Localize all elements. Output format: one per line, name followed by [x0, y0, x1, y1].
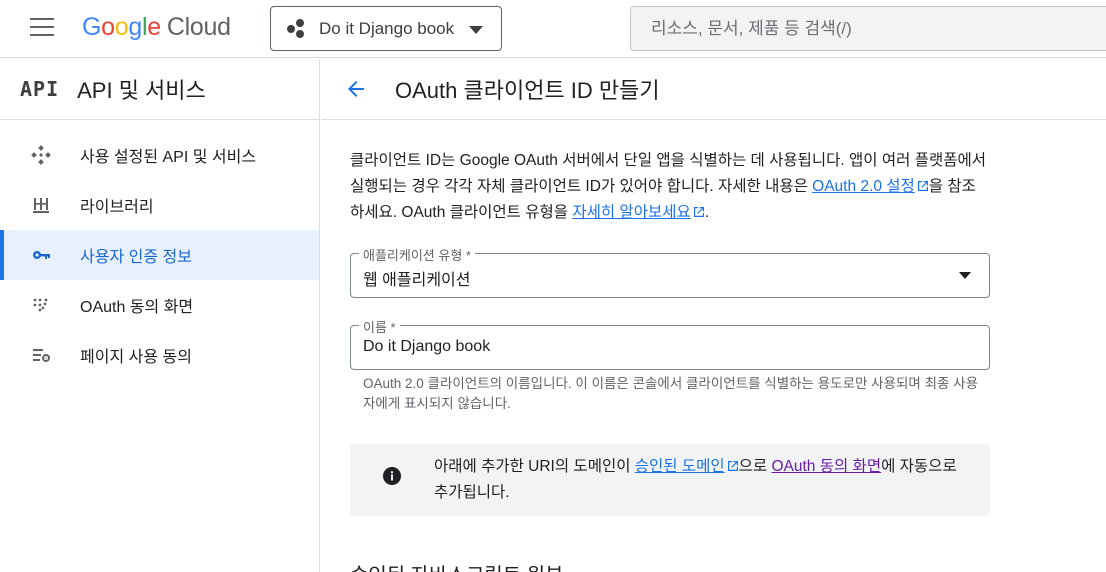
- sidebar-item-label: 사용 설정된 API 및 서비스: [80, 149, 257, 166]
- back-arrow-icon[interactable]: [343, 76, 369, 102]
- sidebar-item-label: 페이지 사용 동의: [80, 349, 192, 366]
- project-selector[interactable]: Do it Django book: [270, 6, 502, 51]
- sidebar: API API 및 서비스 사용 설정된 API 및 서비스 라이브러리 사용자…: [0, 59, 320, 572]
- info-banner: 아래에 추가한 URI의 도메인이 승인된 도메인 으로 OAuth 동의 화면에…: [350, 444, 990, 516]
- sidebar-item-enabled-apis[interactable]: 사용 설정된 API 및 서비스: [0, 130, 319, 180]
- main-menu-icon[interactable]: [30, 18, 54, 38]
- oauth-dots-icon: [30, 294, 52, 316]
- description: 클라이언트 ID는 Google OAuth 서버에서 단일 앱을 식별하는 데…: [350, 152, 986, 221]
- application-type-value: 웹 애플리케이션: [363, 272, 471, 289]
- sidebar-item-library[interactable]: 라이브러리: [0, 180, 319, 230]
- external-link-icon: [727, 461, 738, 471]
- application-type-label: 애플리케이션 유형 *: [359, 245, 475, 264]
- sidebar-item-label: 라이브러리: [80, 199, 154, 216]
- google-cloud-logo[interactable]: Google Cloud: [82, 13, 231, 42]
- page-title: OAuth 클라이언트 ID 만들기: [395, 78, 660, 103]
- application-type-select[interactable]: 애플리케이션 유형 * 웹 애플리케이션: [350, 245, 990, 298]
- name-value: Do it Django book: [363, 338, 491, 355]
- name-field[interactable]: 이름 * Do it Django book: [350, 317, 990, 370]
- name-hint: OAuth 2.0 클라이언트의 이름입니다. 이 이름은 콘솔에서 클라이언트…: [363, 376, 979, 411]
- project-name: Do it Django book: [319, 18, 455, 38]
- sidebar-item-oauth-consent[interactable]: OAuth 동의 화면: [0, 280, 319, 330]
- page-header: OAuth 클라이언트 ID 만들기: [321, 59, 1106, 120]
- diamond-dots-icon: [30, 144, 52, 166]
- form-content: 클라이언트 ID는 Google OAuth 서버에서 단일 앱을 식별하는 데…: [350, 148, 990, 226]
- sidebar-item-page-consent[interactable]: 페이지 사용 동의: [0, 330, 319, 380]
- external-link-icon: [693, 207, 704, 217]
- sidebar-item-label: 사용자 인증 정보: [80, 249, 192, 266]
- library-icon: [30, 194, 52, 216]
- key-icon: [30, 244, 52, 266]
- chevron-down-icon: [469, 26, 483, 34]
- search-input[interactable]: [630, 6, 1106, 51]
- main-content: OAuth 클라이언트 ID 만들기 클라이언트 ID는 Google OAut…: [321, 59, 1106, 572]
- top-bar: Google Cloud Do it Django book: [0, 0, 1106, 58]
- sidebar-title: API 및 서비스: [77, 78, 206, 103]
- dropdown-arrow-icon: [959, 272, 971, 279]
- oauth-consent-screen-link[interactable]: OAuth 동의 화면: [771, 458, 881, 475]
- sidebar-item-label: OAuth 동의 화면: [80, 299, 194, 316]
- api-logo-icon: API: [20, 77, 60, 101]
- section-heading-js-origins: 승인된 자바스크립트 원본: [350, 559, 564, 572]
- sidebar-nav: 사용 설정된 API 및 서비스 라이브러리 사용자 인증 정보 OAuth 동…: [0, 120, 319, 380]
- external-link-icon: [917, 181, 928, 191]
- info-text: 아래에 추가한 URI의 도메인이 승인된 도메인 으로 OAuth 동의 화면에…: [434, 458, 957, 501]
- learn-more-link[interactable]: 자세히 알아보세요: [572, 204, 690, 221]
- project-dots-icon: [287, 18, 307, 39]
- info-icon: [383, 467, 401, 485]
- oauth-settings-link[interactable]: OAuth 2.0 설정: [812, 178, 915, 195]
- sidebar-header: API API 및 서비스: [0, 59, 319, 120]
- settings-list-icon: [30, 344, 52, 366]
- authorized-domains-link[interactable]: 승인된 도메인: [635, 458, 725, 475]
- name-label: 이름 *: [359, 317, 400, 336]
- sidebar-item-credentials[interactable]: 사용자 인증 정보: [0, 230, 319, 280]
